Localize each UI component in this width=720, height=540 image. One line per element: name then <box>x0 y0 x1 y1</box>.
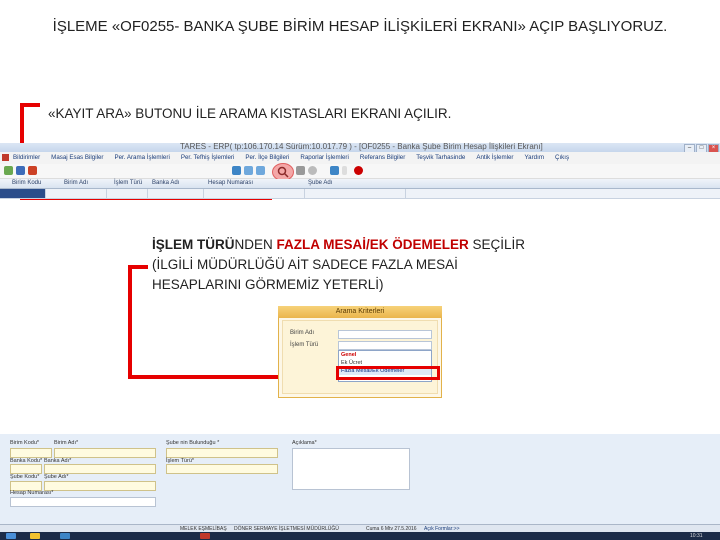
column-header[interactable]: Hesap Numarası <box>208 179 253 188</box>
form-label: Şube Kodu* <box>10 474 40 480</box>
menu-item[interactable]: Referans Bilgiler <box>360 152 405 164</box>
highlight-box <box>336 366 440 380</box>
column-header[interactable]: İşlem Türü <box>114 179 142 188</box>
browser-icon[interactable] <box>60 533 70 539</box>
dropdown-icon[interactable] <box>342 166 347 175</box>
instruction-highlight: FAZLA MESAİ/EK ÖDEMELER <box>276 237 469 252</box>
refresh-icon[interactable] <box>232 166 241 175</box>
option-genel[interactable]: Genel <box>339 351 431 359</box>
aciklama-textarea[interactable] <box>292 448 410 490</box>
user-icon[interactable] <box>354 166 363 175</box>
forward-icon[interactable] <box>256 166 265 175</box>
menu-item[interactable]: Bildirimler <box>13 152 40 164</box>
form-label: Hesap Numarası* <box>10 490 54 496</box>
red-connector-top <box>20 103 40 107</box>
column-header[interactable]: Birim Kodu <box>12 179 41 188</box>
export-icon[interactable] <box>330 166 339 175</box>
column-header[interactable]: Şube Adı <box>308 179 332 188</box>
grid-header: Birim Kodu Birim Adı İşlem Türü Banka Ad… <box>0 179 720 189</box>
birim-adi-input[interactable] <box>54 448 156 458</box>
instruction-part: SEÇİLİR <box>468 237 526 252</box>
birim-kodu-input[interactable] <box>10 448 52 458</box>
app-icon <box>2 153 9 161</box>
clock: 10:31 <box>690 533 703 539</box>
menu-item[interactable]: Çıkış <box>555 152 569 164</box>
instruction-kayit-ara: «KAYIT ARA» BUTONU İLE ARAMA KISTASLARI … <box>48 106 452 121</box>
instruction-part: NDEN <box>234 237 277 252</box>
instruction-line: (İLGİLİ MÜDÜRLÜĞÜ AİT SADECE FAZLA MESAİ <box>152 257 458 272</box>
banka-adi-input[interactable] <box>44 464 156 474</box>
app-icon-taskbar[interactable] <box>200 533 210 539</box>
birim-adi-field[interactable] <box>338 330 432 339</box>
explorer-icon[interactable] <box>30 533 40 539</box>
hesap-numarasi-input[interactable] <box>10 497 156 507</box>
form-label: Birim Adı* <box>54 440 79 446</box>
instruction-part: İŞLEM TÜRÜ <box>152 237 235 252</box>
dialog-label-islem: İşlem Türü <box>290 342 319 348</box>
search-icon <box>277 166 289 178</box>
menu-item[interactable]: Antik İşlemler <box>476 152 513 164</box>
grid-row[interactable] <box>0 189 720 199</box>
form-label: Şube nin Bulunduğu * <box>166 440 220 446</box>
form-label: Birim Kodu* <box>10 440 40 446</box>
window-title: TARES - ERP( tp:106.170.14 Sürüm:10.017.… <box>180 142 543 151</box>
slide-heading: İŞLEME «OF0255- BANKA ŞUBE BİRİM HESAP İ… <box>52 18 668 35</box>
instruction-islem-turu: İŞLEM TÜRÜNDEN FAZLA MESAİ/EK ÖDEMELER S… <box>152 235 592 295</box>
menu-item[interactable]: Teşvik Tarhasinde <box>416 152 465 164</box>
menu-item[interactable]: Per. Tefhiş İşlemleri <box>181 152 235 164</box>
column-header[interactable]: Birim Adı <box>64 179 88 188</box>
islem-turu-select[interactable] <box>338 341 432 350</box>
window-titlebar: TARES - ERP( tp:106.170.14 Sürüm:10.017.… <box>0 142 720 152</box>
taskbar <box>0 532 720 540</box>
menu-item[interactable]: Per. Arama İşlemleri <box>114 152 169 164</box>
menu-item[interactable]: Yardım <box>525 152 544 164</box>
menu-item[interactable]: Masaj Esas Bilgiler <box>51 152 103 164</box>
sube-bulundugu-input[interactable] <box>166 448 278 458</box>
start-icon[interactable] <box>6 533 16 539</box>
sube-adi-input[interactable] <box>44 481 156 491</box>
dialog-title: Arama Kriterleri <box>278 306 442 318</box>
banka-kodu-input[interactable] <box>10 464 42 474</box>
red-connector2-vertical <box>128 265 132 378</box>
new-record-icon[interactable] <box>4 166 13 175</box>
menu-item[interactable]: Raporlar İşlemleri <box>300 152 348 164</box>
instruction-line: HESAPLARINI GÖRMEMİZ YETERLİ) <box>152 277 384 292</box>
back-icon[interactable] <box>244 166 253 175</box>
dialog-label-birim: Birim Adı <box>290 330 315 336</box>
form-label: Açıklama* <box>292 440 317 446</box>
islem-turu-input[interactable] <box>166 464 278 474</box>
column-header[interactable]: Banka Adı <box>152 179 179 188</box>
red-connector2-top <box>128 265 148 269</box>
delete-icon[interactable] <box>28 166 37 175</box>
print-icon[interactable] <box>296 166 305 175</box>
save-icon[interactable] <box>16 166 25 175</box>
help-icon[interactable] <box>308 166 317 175</box>
form-label: Şube Adı* <box>44 474 69 480</box>
